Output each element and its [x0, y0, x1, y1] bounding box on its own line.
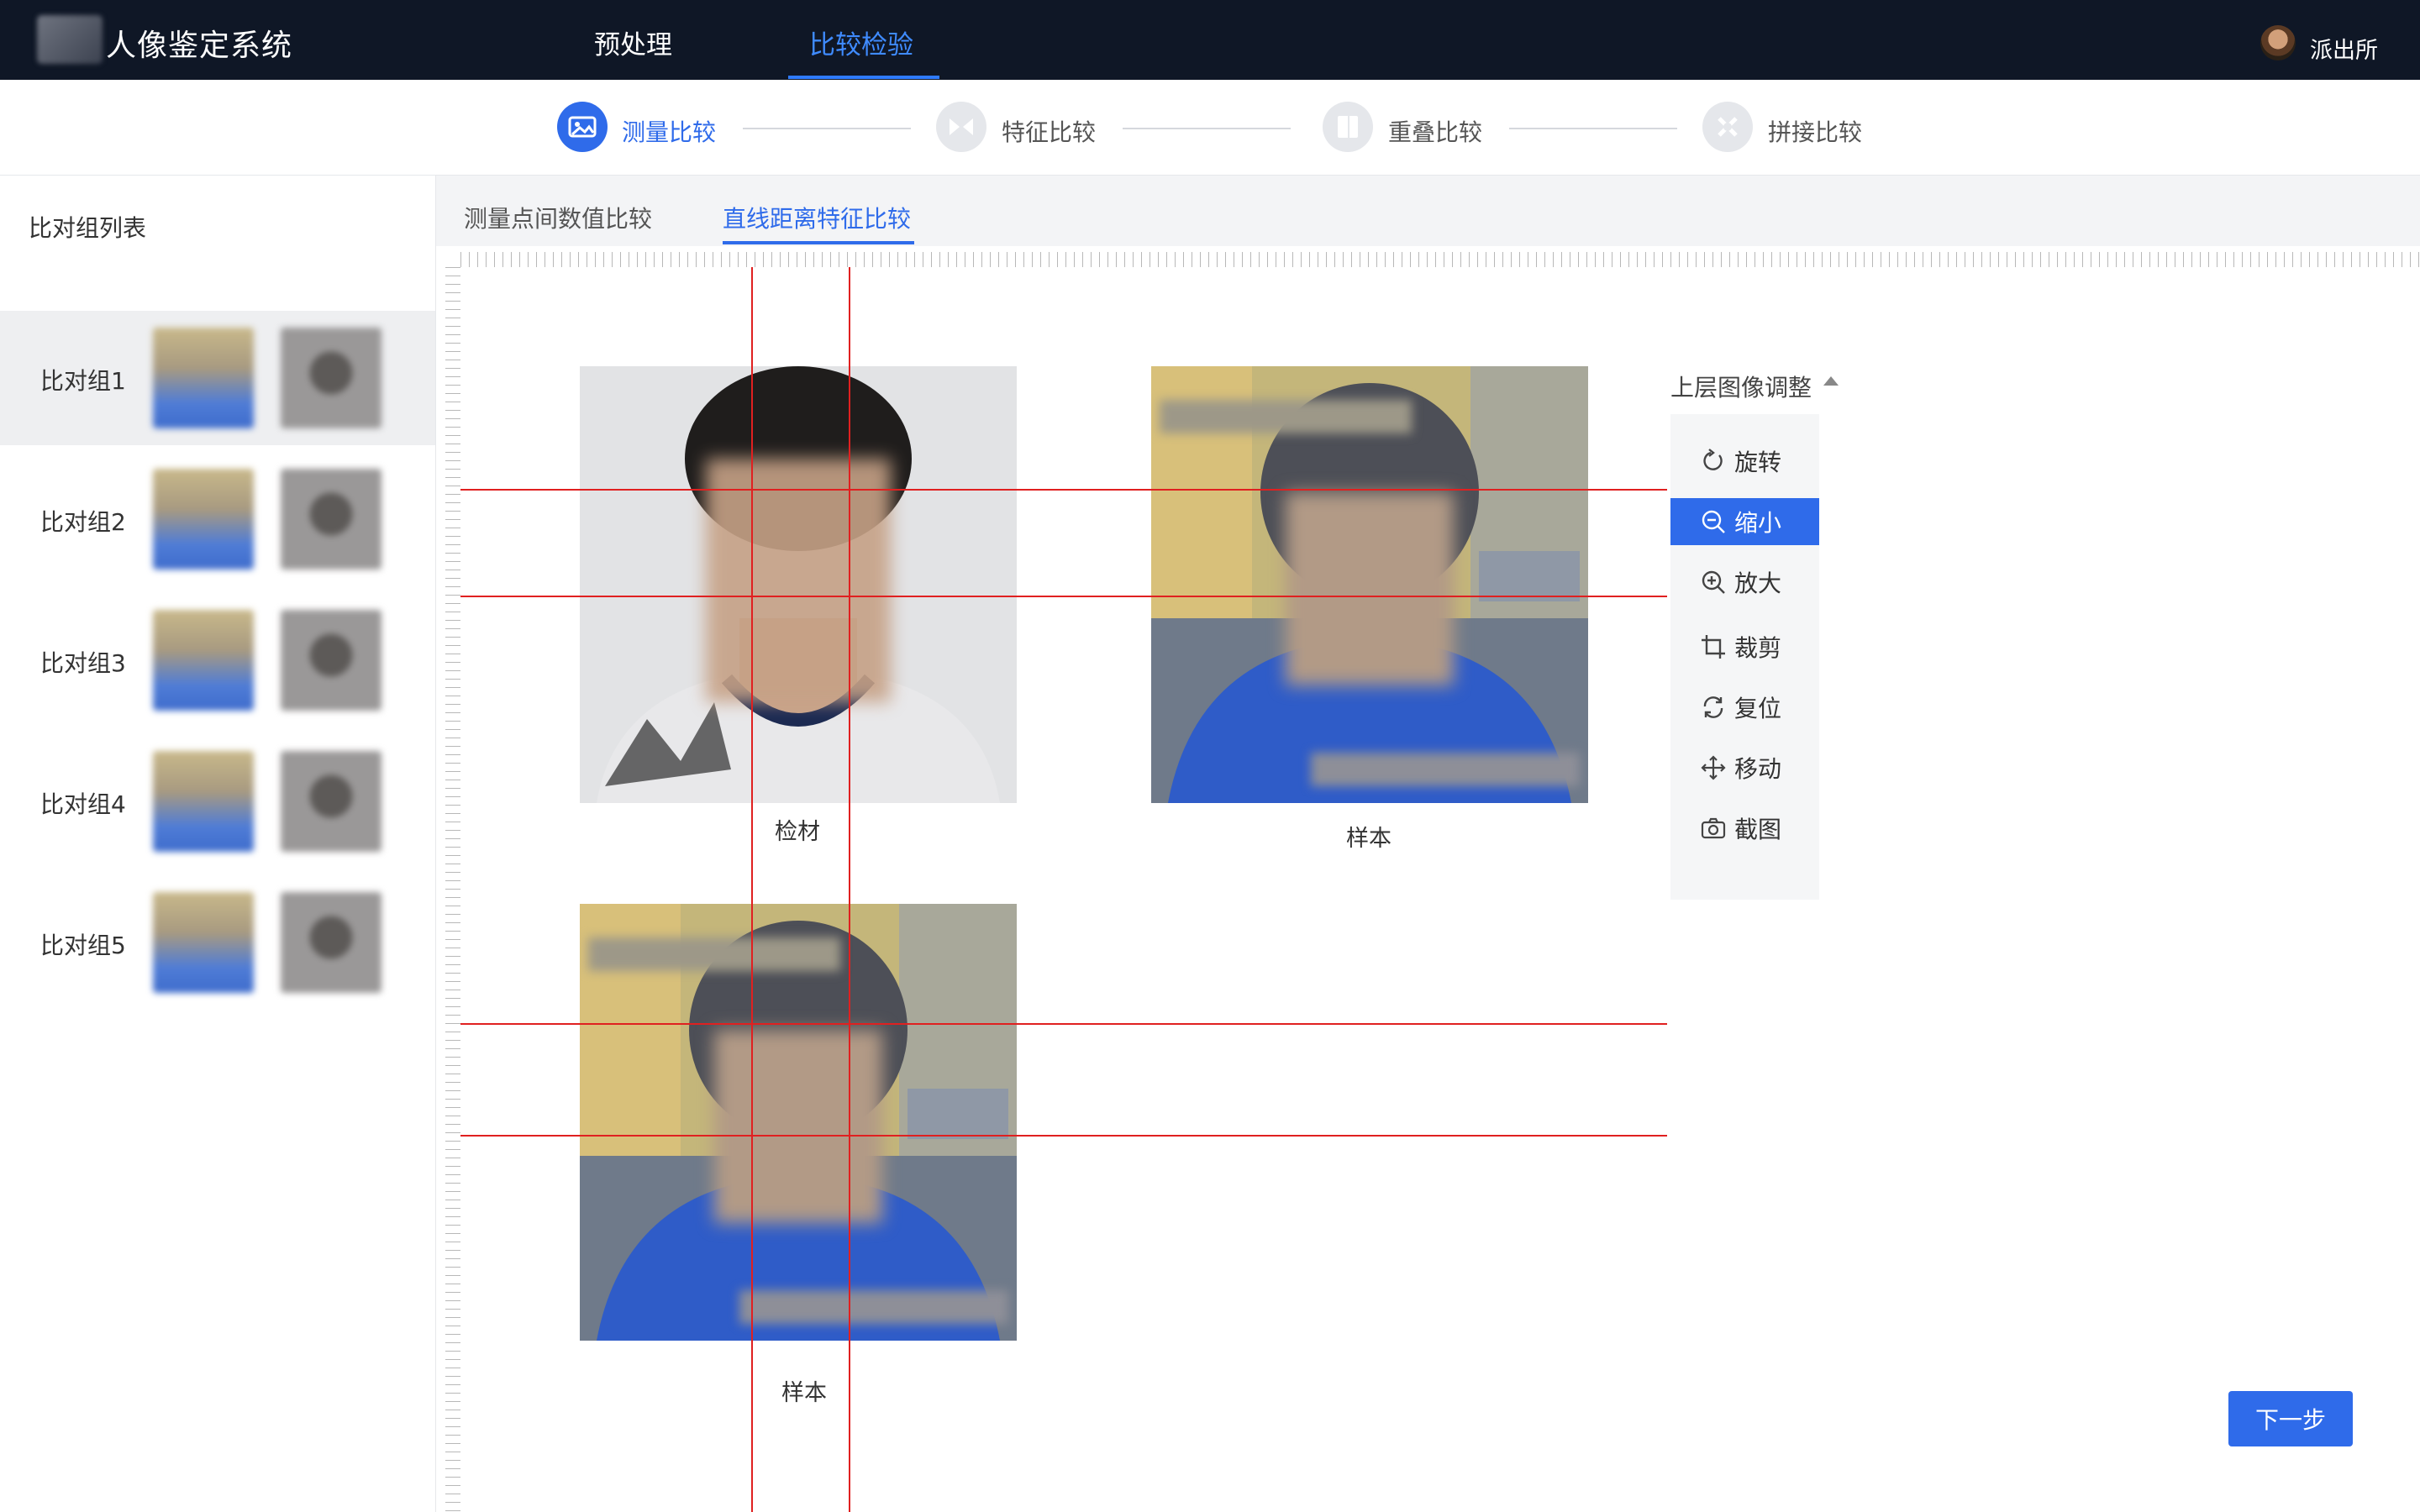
step-measure-label[interactable]: 测量比较 [622, 114, 716, 148]
group-list-item[interactable]: 比对组1 [0, 311, 435, 445]
app-logo [37, 15, 103, 64]
tab-active-indicator [723, 241, 914, 244]
group-thumbnail-sample [281, 328, 381, 428]
horizontal-guide-line[interactable] [460, 596, 1667, 597]
user-avatar[interactable] [2260, 25, 2296, 60]
step-stitch-label[interactable]: 拼接比较 [1768, 114, 1862, 148]
group-list-item[interactable]: 比对组2 [0, 452, 435, 586]
group-label: 比对组3 [40, 649, 126, 677]
group-thumbnail-sample [281, 751, 381, 852]
step-connector [1509, 128, 1677, 129]
camera-icon [1701, 816, 1726, 841]
reset-icon [1701, 695, 1726, 720]
group-label: 比对组4 [40, 790, 126, 818]
caret-up-icon[interactable] [1823, 376, 1839, 386]
sample-caption: 样本 [1346, 826, 1392, 852]
horizontal-guide-line[interactable] [460, 1023, 1667, 1025]
group-thumbnail-evidence [153, 469, 254, 570]
horizontal-guide-line[interactable] [460, 1135, 1667, 1137]
tool-zoom-in-button[interactable]: 放大 [1670, 559, 1819, 606]
sample-image[interactable] [1151, 366, 1588, 803]
tool-screenshot-button[interactable]: 截图 [1670, 805, 1819, 852]
move-icon [1701, 755, 1726, 780]
tool-panel-title[interactable]: 上层图像调整 [1670, 370, 1812, 403]
group-thumbnail-evidence [153, 328, 254, 428]
sample-caption-lower: 样本 [781, 1380, 827, 1406]
tool-rotate-button[interactable]: 旋转 [1670, 438, 1819, 485]
group-list-item[interactable]: 比对组3 [0, 593, 435, 727]
nav-tab-compare[interactable]: 比较检验 [809, 24, 913, 61]
step-measure-icon[interactable] [557, 102, 608, 152]
evidence-caption: 检材 [775, 819, 820, 845]
group-label: 比对组1 [40, 367, 126, 395]
tool-label: 旋转 [1734, 449, 1782, 476]
group-list-item[interactable]: 比对组4 [0, 734, 435, 869]
group-thumbnail-evidence [153, 610, 254, 711]
group-thumbnail-evidence [153, 751, 254, 852]
group-list-title: 比对组列表 [29, 214, 147, 242]
tool-move-button[interactable]: 移动 [1670, 744, 1819, 791]
tool-label: 移动 [1734, 755, 1782, 783]
tab-line-distance-compare[interactable]: 直线距离特征比较 [723, 201, 911, 234]
tool-label: 裁剪 [1734, 634, 1782, 662]
ruler-vertical [445, 267, 460, 1512]
app-title: 人像鉴定系统 [106, 29, 293, 63]
tool-label: 放大 [1734, 570, 1782, 597]
ruler-horizontal [460, 252, 2420, 267]
step-overlay-icon[interactable] [1323, 102, 1373, 152]
step-connector [743, 128, 911, 129]
group-label: 比对组5 [40, 932, 126, 959]
sample-image-lower[interactable] [580, 904, 1017, 1341]
tool-zoom-out-button[interactable]: 缩小 [1670, 498, 1819, 545]
tool-label: 复位 [1734, 695, 1782, 722]
user-name[interactable]: 派出所 [2310, 32, 2378, 65]
step-stitch-icon[interactable] [1702, 102, 1753, 152]
zoom-out-icon [1701, 509, 1726, 534]
crop-icon [1701, 634, 1726, 659]
evidence-image[interactable] [580, 366, 1017, 803]
tool-label: 截图 [1734, 816, 1782, 843]
step-overlay-label[interactable]: 重叠比较 [1388, 114, 1482, 148]
step-connector [1123, 128, 1291, 129]
vertical-guide-line[interactable] [849, 267, 850, 1512]
tool-crop-button[interactable]: 裁剪 [1670, 623, 1819, 670]
horizontal-guide-line[interactable] [460, 489, 1667, 491]
zoom-in-icon [1701, 570, 1726, 595]
step-feature-icon[interactable] [936, 102, 986, 152]
nav-tab-preprocess[interactable]: 预处理 [594, 24, 672, 61]
tool-label: 缩小 [1734, 509, 1782, 537]
tab-point-value-compare[interactable]: 测量点间数值比较 [464, 201, 652, 234]
group-list-item[interactable]: 比对组5 [0, 875, 435, 1010]
group-thumbnail-sample [281, 892, 381, 993]
nav-active-indicator [788, 76, 939, 79]
group-thumbnail-sample [281, 610, 381, 711]
group-thumbnail-sample [281, 469, 381, 570]
group-label: 比对组2 [40, 508, 126, 536]
next-step-button[interactable]: 下一步 [2228, 1391, 2353, 1446]
top-bar [0, 0, 2420, 80]
rotate-icon [1701, 449, 1726, 474]
step-feature-label[interactable]: 特征比较 [1002, 114, 1096, 148]
tool-reset-button[interactable]: 复位 [1670, 684, 1819, 731]
vertical-guide-line[interactable] [751, 267, 753, 1512]
group-thumbnail-evidence [153, 892, 254, 993]
